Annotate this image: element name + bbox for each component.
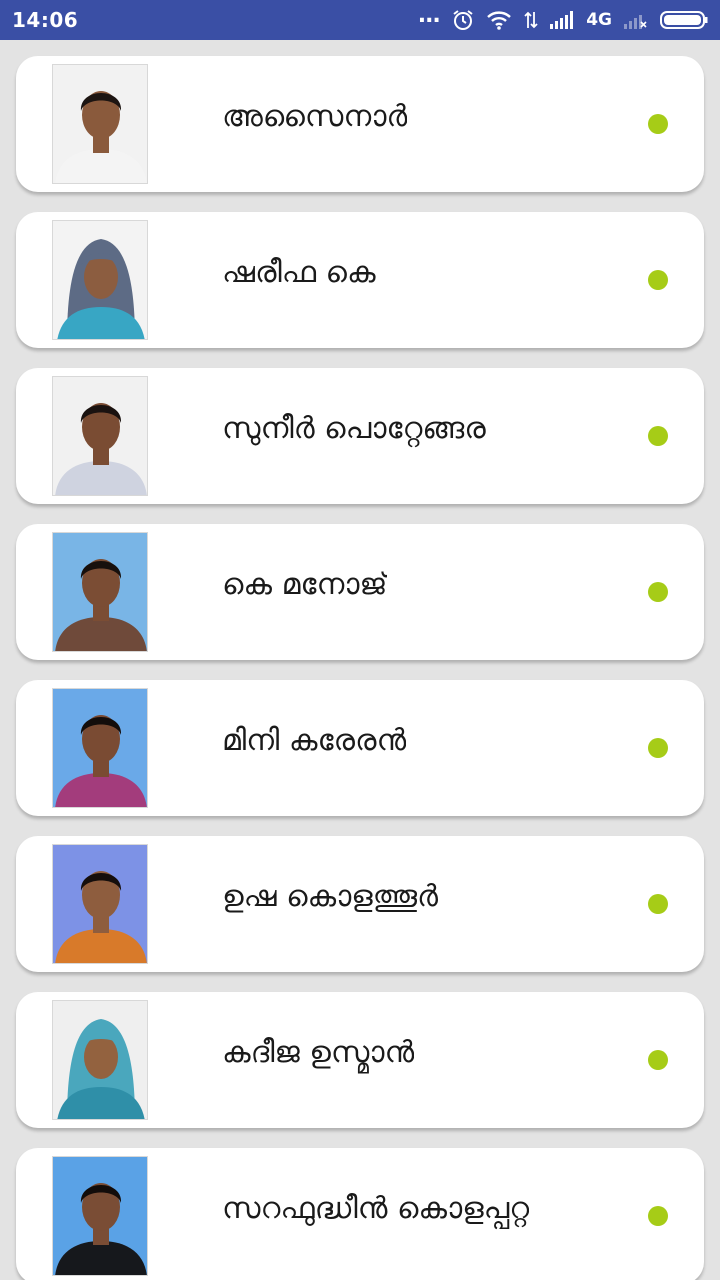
status-indicator: [648, 1050, 668, 1070]
data-arrows-icon: [524, 10, 538, 30]
status-indicator: [648, 270, 668, 290]
member-photo: [52, 1156, 148, 1276]
member-photo: [52, 376, 148, 496]
member-card[interactable]: മിനി കരേരൻ: [16, 680, 704, 816]
status-indicator: [648, 738, 668, 758]
status-indicator: [648, 1206, 668, 1226]
member-photo: [52, 220, 148, 340]
member-name: അസൈനാർ: [222, 98, 408, 134]
member-card[interactable]: കദീജ ഉസ്മാൻ: [16, 992, 704, 1128]
wifi-icon: [486, 10, 512, 30]
member-photo: [52, 532, 148, 652]
member-card[interactable]: സറഫുദ്ധീൻ കൊളപ്പറ്റ: [16, 1148, 704, 1280]
member-name: കദീജ ഉസ്മാൻ: [222, 1034, 415, 1070]
member-card[interactable]: കെ മനോജ്: [16, 524, 704, 660]
more-dots-icon: …: [418, 3, 441, 28]
battery-icon: [660, 10, 708, 30]
member-name: ഉഷ കൊളത്തൂർ: [222, 878, 438, 914]
member-card[interactable]: ഉഷ കൊളത്തൂർ: [16, 836, 704, 972]
member-card[interactable]: സുനീർ പൊറ്റേങ്ങര: [16, 368, 704, 504]
member-name: ഷരീഫ കെ: [222, 254, 376, 290]
member-photo: [52, 844, 148, 964]
status-indicator: [648, 426, 668, 446]
member-photo: [52, 64, 148, 184]
member-card[interactable]: ഷരീഫ കെ: [16, 212, 704, 348]
member-photo: [52, 1000, 148, 1120]
status-indicator: [648, 582, 668, 602]
member-photo: [52, 688, 148, 808]
status-icons: … 4G: [418, 3, 708, 31]
status-time: 14:06: [12, 8, 79, 32]
status-indicator: [648, 114, 668, 134]
member-name: കെ മനോജ്: [222, 566, 388, 602]
member-list[interactable]: അസൈനാർ ഷരീഫ കെ സുനീർ പൊറ്റേങ്ങര കെ മനോജ്…: [0, 40, 720, 1280]
signal-icon: [550, 11, 574, 29]
network-type: 4G: [586, 10, 612, 30]
status-indicator: [648, 894, 668, 914]
status-bar: 14:06 … 4G: [0, 0, 720, 40]
member-card[interactable]: അസൈനാർ: [16, 56, 704, 192]
signal-empty-icon: [624, 11, 648, 29]
alarm-icon: [452, 9, 474, 31]
member-name: സുനീർ പൊറ്റേങ്ങര: [222, 410, 486, 446]
member-name: സറഫുദ്ധീൻ കൊളപ്പറ്റ: [222, 1190, 530, 1226]
member-name: മിനി കരേരൻ: [222, 722, 407, 758]
